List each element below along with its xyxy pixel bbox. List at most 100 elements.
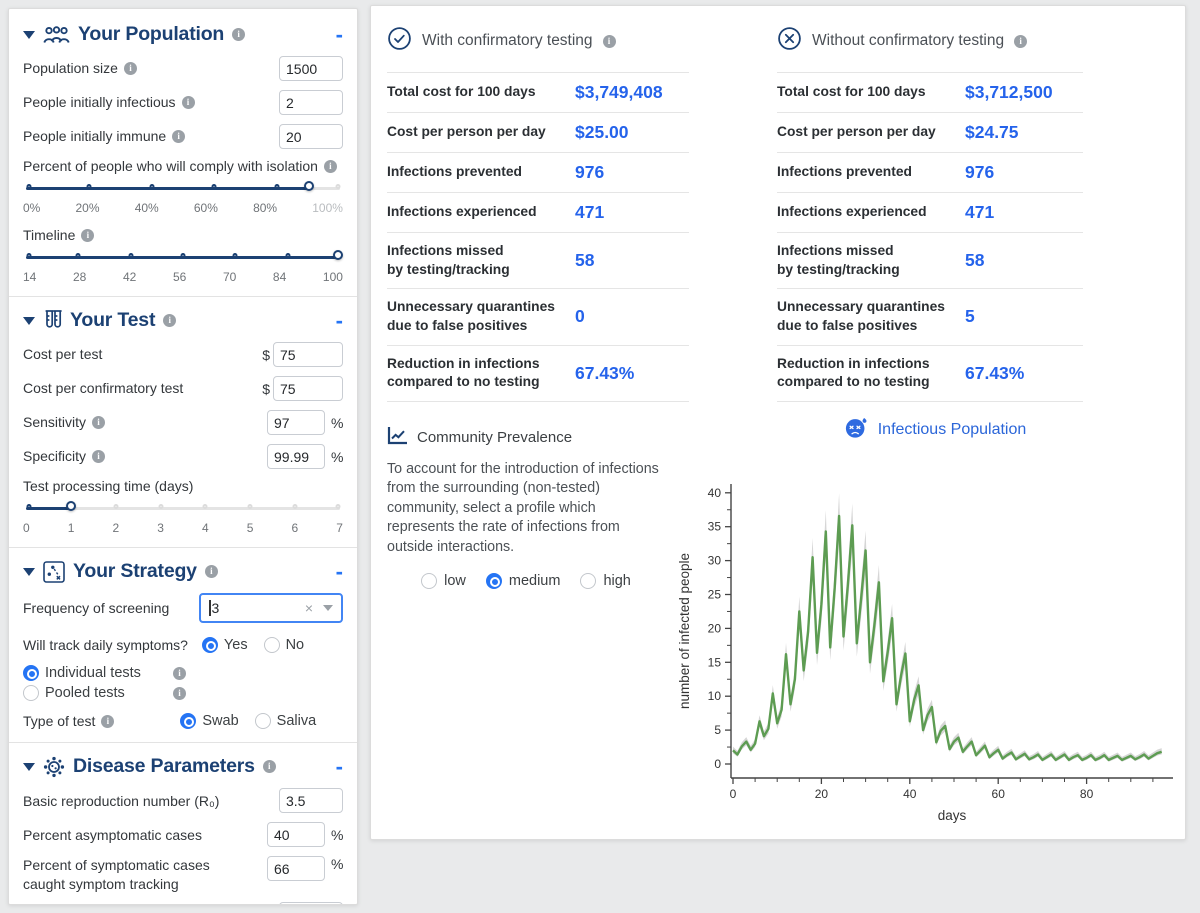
radio-low[interactable] <box>421 573 437 589</box>
info-icon[interactable] <box>163 314 176 327</box>
processing-time-slider[interactable] <box>26 500 340 516</box>
radio-label: medium <box>509 573 561 589</box>
initially-immune-input[interactable] <box>279 124 343 149</box>
info-icon[interactable] <box>1014 35 1027 48</box>
prevalence-header: Community Prevalence <box>387 426 665 450</box>
chevron-down-icon[interactable] <box>323 605 333 611</box>
result-row: Infections missed by testing/tracking58 <box>777 232 1083 288</box>
info-icon[interactable] <box>172 130 185 143</box>
collapse-section-button[interactable]: - <box>336 314 343 328</box>
infectious-population-chart-section: Infectious Population 020406080051015202… <box>665 416 1186 840</box>
result-value: 471 <box>965 202 994 223</box>
collapse-section-button[interactable]: - <box>336 565 343 579</box>
svg-text:30: 30 <box>708 553 722 567</box>
info-icon[interactable] <box>81 229 94 242</box>
infectious-days-input[interactable] <box>279 902 343 905</box>
result-row: Infections experienced471 <box>387 192 689 232</box>
virus-icon <box>43 756 65 778</box>
result-value: 67.43% <box>575 363 634 384</box>
section-title-population: Your Population <box>78 23 224 46</box>
result-label: Cost per person per day <box>777 123 965 142</box>
collapse-triangle-icon[interactable] <box>23 763 35 771</box>
info-icon[interactable] <box>92 416 105 429</box>
radio-item-medium: medium <box>486 573 561 589</box>
section-divider <box>9 296 357 297</box>
radio-symptoms-no[interactable] <box>264 637 280 653</box>
result-label: Reduction in infections compared to no t… <box>387 355 575 392</box>
specificity-input[interactable] <box>267 444 325 469</box>
infectious-line <box>733 516 1162 760</box>
clear-icon[interactable]: × <box>305 600 313 616</box>
result-row: Infections experienced471 <box>777 192 1083 232</box>
section-title-test: Your Test <box>70 309 155 332</box>
cost-confirmatory-test-input[interactable] <box>273 376 343 401</box>
info-icon[interactable] <box>263 760 276 773</box>
info-icon[interactable] <box>124 62 137 75</box>
radio-symptoms-yes[interactable] <box>202 637 218 653</box>
info-icon[interactable] <box>92 450 105 463</box>
slider-handle[interactable] <box>66 501 76 511</box>
population-group-icon <box>43 26 70 44</box>
percent-symptomatic-caught-input[interactable] <box>267 856 325 881</box>
section-header-disease: Disease Parameters - <box>23 755 343 778</box>
svg-text:0: 0 <box>730 787 737 801</box>
result-value: 0 <box>575 306 585 327</box>
isolation-compliance-slider[interactable] <box>26 180 340 196</box>
percent-suffix: % <box>331 415 343 431</box>
frequency-of-screening-select[interactable]: 3 × <box>199 593 343 623</box>
section-title-disease: Disease Parameters <box>73 755 255 778</box>
info-icon[interactable] <box>603 35 616 48</box>
slider-tick-label: 0% <box>23 201 40 215</box>
result-value: 976 <box>965 162 994 183</box>
collapse-section-button[interactable]: - <box>336 760 343 774</box>
field-row-asymptomatic: Percent asymptomatic cases % <box>23 822 343 847</box>
field-row-sensitivity: Sensitivity % <box>23 410 343 435</box>
result-label: Unnecessary quarantines due to false pos… <box>777 298 965 335</box>
info-icon[interactable] <box>182 96 195 109</box>
r0-input[interactable] <box>279 788 343 813</box>
result-label: Cost per person per day <box>387 123 575 142</box>
population-size-input[interactable] <box>279 56 343 81</box>
svg-text:40: 40 <box>903 787 917 801</box>
collapse-triangle-icon[interactable] <box>23 568 35 576</box>
collapse-section-button[interactable]: - <box>336 28 343 42</box>
slider-tick-label: 80% <box>253 201 277 215</box>
slider-tick-label: 5 <box>247 521 254 535</box>
slider-tick-label: 1 <box>68 521 75 535</box>
info-icon[interactable] <box>173 687 186 700</box>
section-header-population: Your Population - <box>23 23 343 46</box>
slider-label: Test processing time (days) <box>23 478 193 494</box>
info-icon[interactable] <box>324 160 337 173</box>
prevalence-title: Community Prevalence <box>417 429 572 446</box>
timeline-slider[interactable] <box>26 249 340 265</box>
result-row: Infections missed by testing/tracking58 <box>387 232 689 288</box>
info-icon[interactable] <box>101 715 114 728</box>
result-row: Cost per person per day$25.00 <box>387 112 689 152</box>
slider-label: Percent of people who will comply with i… <box>23 158 318 174</box>
sensitivity-input[interactable] <box>267 410 325 435</box>
radio-high[interactable] <box>580 573 596 589</box>
slider-handle[interactable] <box>304 181 314 191</box>
radio-individual-tests[interactable] <box>23 665 39 681</box>
result-row: Unnecessary quarantines due to false pos… <box>777 288 1083 344</box>
initially-infectious-input[interactable] <box>279 90 343 115</box>
percent-suffix: % <box>331 449 343 465</box>
radio-label: low <box>444 573 466 589</box>
radio-pooled-tests[interactable] <box>23 685 39 701</box>
section-header-test: Your Test - <box>23 309 343 332</box>
cost-per-test-input[interactable] <box>273 342 343 367</box>
result-row: Unnecessary quarantines due to false pos… <box>387 288 689 344</box>
collapse-triangle-icon[interactable] <box>23 317 35 325</box>
svg-text:40: 40 <box>708 486 722 500</box>
info-icon[interactable] <box>173 667 186 680</box>
slider-handle[interactable] <box>333 250 343 260</box>
info-icon[interactable] <box>205 565 218 578</box>
chart-title: Infectious Population <box>878 421 1027 439</box>
collapse-triangle-icon[interactable] <box>23 31 35 39</box>
radio-swab[interactable] <box>180 713 196 729</box>
radio-medium[interactable] <box>486 573 502 589</box>
field-label: Frequency of screening <box>23 599 169 617</box>
info-icon[interactable] <box>232 28 245 41</box>
radio-saliva[interactable] <box>255 713 271 729</box>
percent-asymptomatic-input[interactable] <box>267 822 325 847</box>
